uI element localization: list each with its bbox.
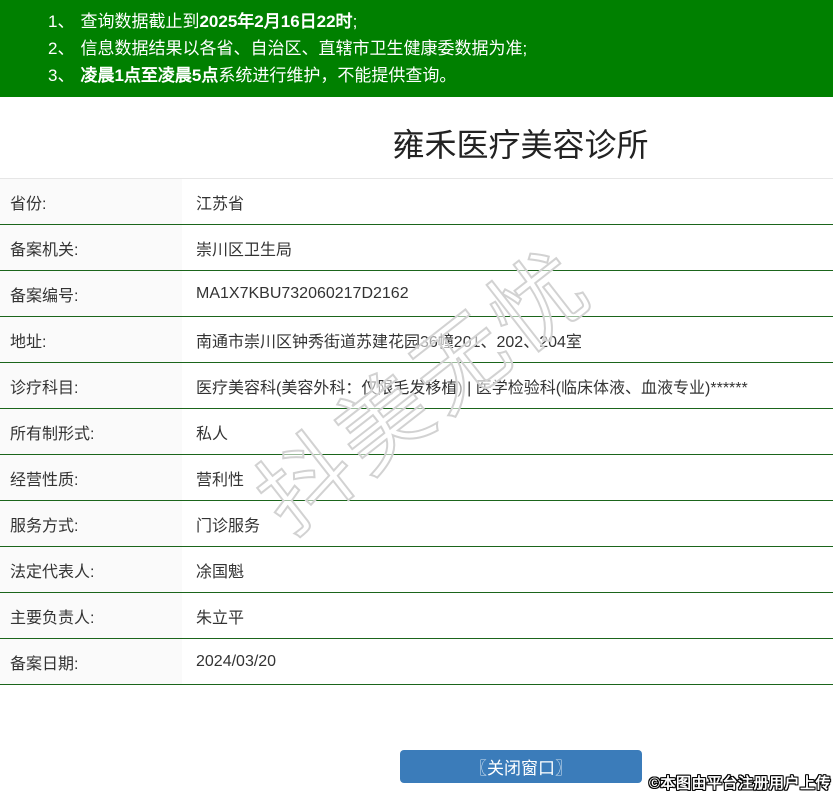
table-row: 备案机关: 崇川区卫生局 xyxy=(0,225,833,271)
table-row: 服务方式: 门诊服务 xyxy=(0,501,833,547)
notice-text: 信息数据结果以各省、自治区、直辖市卫生健康委数据为准; xyxy=(80,39,527,58)
row-label: 主要负责人: xyxy=(0,593,182,638)
row-label: 地址: xyxy=(0,317,182,362)
table-row: 备案日期: 2024/03/20 xyxy=(0,639,833,685)
row-value: 凃国魁 xyxy=(182,547,833,592)
notice-number: 3、 xyxy=(48,66,74,85)
table-row: 省份: 江苏省 xyxy=(0,179,833,225)
row-value: 门诊服务 xyxy=(182,501,833,546)
notice-text: 系统进行维护，不能提供查询。 xyxy=(218,66,456,85)
close-window-button[interactable]: 〖关闭窗口〗 xyxy=(400,750,642,783)
row-value: 崇川区卫生局 xyxy=(182,225,833,270)
table-row: 所有制形式: 私人 xyxy=(0,409,833,455)
row-label: 备案日期: xyxy=(0,639,182,684)
notice-line-3: 3、凌晨1点至凌晨5点系统进行维护，不能提供查询。 xyxy=(48,62,823,89)
row-value: 2024/03/20 xyxy=(182,639,833,684)
row-value: 营利性 xyxy=(182,455,833,500)
row-label: 诊疗科目: xyxy=(0,363,182,408)
uploader-watermark: ©本图由平台注册用户上传 xyxy=(649,772,831,793)
notice-text-bold: 凌晨1点至凌晨5点 xyxy=(80,66,218,85)
row-value: 私人 xyxy=(182,409,833,454)
row-value: 朱立平 xyxy=(182,593,833,638)
row-label: 备案编号: xyxy=(0,271,182,316)
notice-line-2: 2、信息数据结果以各省、自治区、直辖市卫生健康委数据为准; xyxy=(48,35,823,62)
notice-number: 2、 xyxy=(48,39,74,58)
row-value: 医疗美容科(美容外科：仅限毛发移植) | 医学检验科(临床体液、血液专业)***… xyxy=(182,363,833,408)
row-label: 法定代表人: xyxy=(0,547,182,592)
notice-text-bold: 2025年2月16日22时 xyxy=(199,12,352,31)
table-row: 主要负责人: 朱立平 xyxy=(0,593,833,639)
table-row: 备案编号: MA1X7KBU732060217D2162 xyxy=(0,271,833,317)
row-value: 南通市崇川区钟秀街道苏建花园36幢201、202、204室 xyxy=(182,317,833,362)
row-label: 备案机关: xyxy=(0,225,182,270)
notice-number: 1、 xyxy=(48,12,74,31)
table-row: 法定代表人: 凃国魁 xyxy=(0,547,833,593)
notice-banner: 1、查询数据截止到2025年2月16日22时; 2、信息数据结果以各省、自治区、… xyxy=(0,0,833,97)
row-value: 江苏省 xyxy=(182,179,833,224)
record-table: 省份: 江苏省 备案机关: 崇川区卫生局 备案编号: MA1X7KBU73206… xyxy=(0,178,833,685)
table-row: 经营性质: 营利性 xyxy=(0,455,833,501)
row-label: 服务方式: xyxy=(0,501,182,546)
table-row: 地址: 南通市崇川区钟秀街道苏建花园36幢201、202、204室 xyxy=(0,317,833,363)
row-label: 省份: xyxy=(0,179,182,224)
notice-line-1: 1、查询数据截止到2025年2月16日22时; xyxy=(48,8,823,35)
row-value: MA1X7KBU732060217D2162 xyxy=(182,271,833,316)
record-query-page: 1、查询数据截止到2025年2月16日22时; 2、信息数据结果以各省、自治区、… xyxy=(0,0,833,794)
table-row: 诊疗科目: 医疗美容科(美容外科：仅限毛发移植) | 医学检验科(临床体液、血液… xyxy=(0,363,833,409)
notice-text: ; xyxy=(353,12,358,31)
row-label: 经营性质: xyxy=(0,455,182,500)
row-label: 所有制形式: xyxy=(0,409,182,454)
page-title: 雍禾医疗美容诊所 xyxy=(104,123,833,167)
notice-text: 查询数据截止到 xyxy=(80,12,199,31)
